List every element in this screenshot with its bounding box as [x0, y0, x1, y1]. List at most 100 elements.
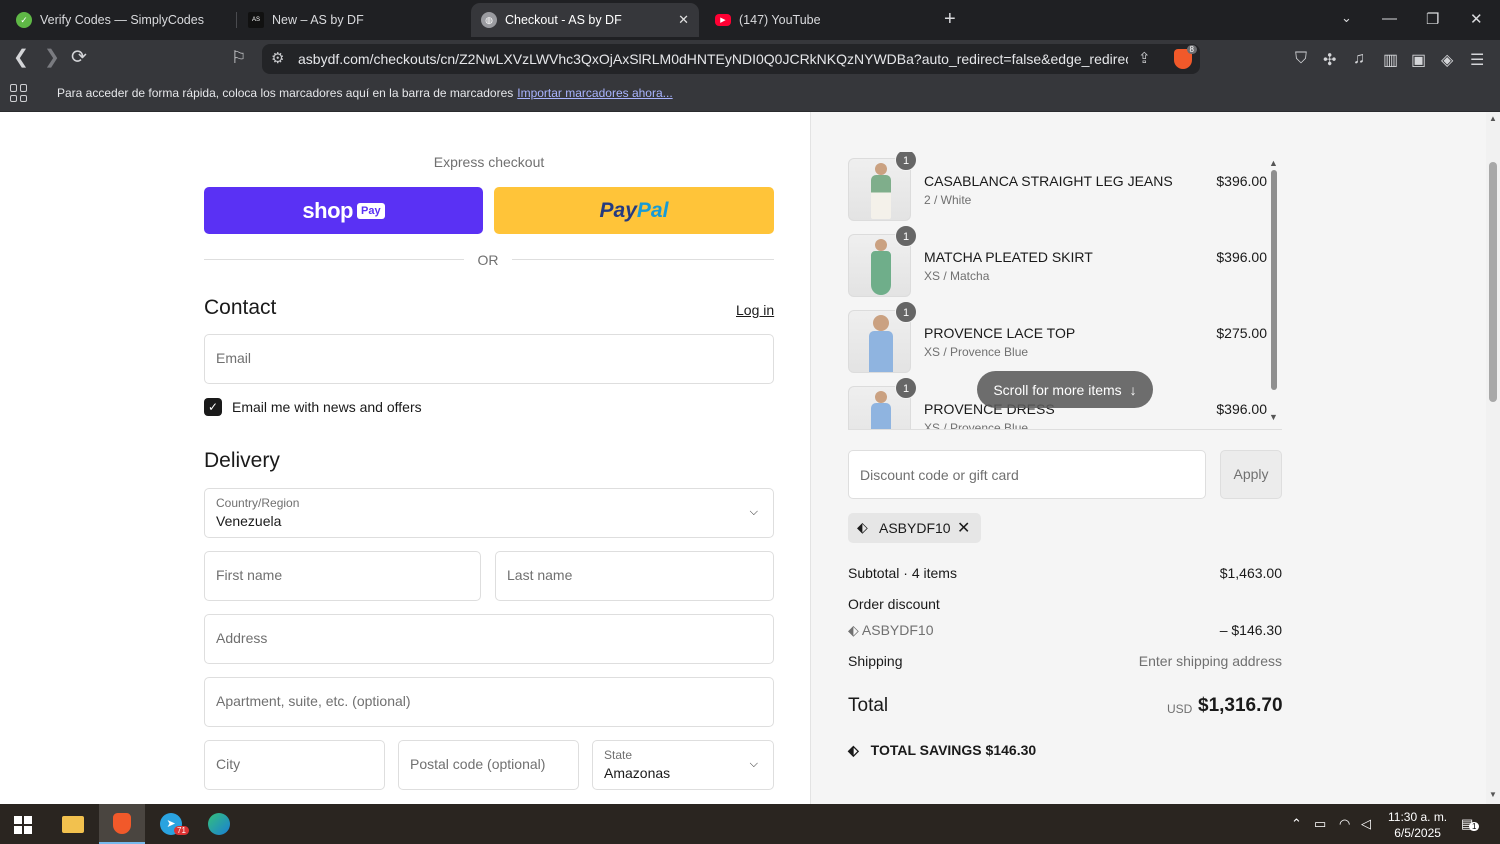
- tab-title: Verify Codes — SimplyCodes: [40, 13, 204, 27]
- address-bar[interactable]: ⚙ asbydf.com/checkouts/cn/Z2NwLXVzLWVhc3…: [262, 44, 1200, 74]
- scrollbar-thumb[interactable]: [1489, 162, 1497, 402]
- subtotal-value: $1,463.00: [1219, 565, 1282, 581]
- shipping-value: Enter shipping address: [1138, 653, 1282, 669]
- or-divider-text: OR: [477, 252, 499, 268]
- apply-discount-button[interactable]: Apply: [1220, 450, 1282, 499]
- menu-icon[interactable]: ☰: [1470, 50, 1484, 70]
- share-icon[interactable]: ⇪: [1138, 49, 1151, 67]
- apartment-placeholder: Apartment, suite, etc. (optional): [216, 693, 411, 709]
- country-value: Venezuela: [216, 513, 282, 529]
- news-offers-label[interactable]: Email me with news and offers: [232, 399, 422, 415]
- wallet-icon[interactable]: ▣: [1411, 50, 1426, 70]
- windows-start-icon[interactable]: [14, 816, 32, 834]
- discount-code-row: ⬖ ASBYDF10 – $146.30: [848, 622, 1282, 639]
- applied-code-chip: ⬖ ASBYDF10 ✕: [848, 513, 981, 543]
- shipping-label: Shipping: [848, 653, 903, 669]
- brave-vpn-icon[interactable]: ◈: [1441, 50, 1453, 70]
- subtotal-label: Subtotal · 4 items: [848, 565, 957, 581]
- apartment-field[interactable]: Apartment, suite, etc. (optional): [204, 677, 774, 727]
- delivery-heading: Delivery: [204, 449, 280, 472]
- extensions-icon[interactable]: ✣: [1323, 50, 1336, 70]
- discount-placeholder: Discount code or gift card: [860, 467, 1019, 483]
- close-window-button[interactable]: ✕: [1470, 10, 1483, 28]
- restore-button[interactable]: ❐: [1426, 10, 1439, 28]
- brave-shields-icon[interactable]: 8: [1174, 45, 1197, 69]
- sidebar-icon[interactable]: ▥: [1383, 50, 1398, 70]
- reload-icon[interactable]: ⟳: [71, 48, 87, 68]
- browser-tab-bar: ✓ Verify Codes — SimplyCodes AS New – AS…: [0, 0, 1500, 40]
- volume-icon[interactable]: ◁: [1361, 816, 1371, 832]
- discount-code-input[interactable]: Discount code or gift card: [848, 450, 1206, 499]
- vpn-shield-icon[interactable]: ⛉: [1295, 50, 1307, 68]
- import-bookmarks-link[interactable]: Importar marcadores ahora...: [517, 86, 672, 100]
- battery-icon[interactable]: ▭: [1314, 816, 1326, 832]
- url-text[interactable]: asbydf.com/checkouts/cn/Z2NwLXVzLWVhc3Qx…: [298, 51, 1128, 67]
- scroll-down-icon[interactable]: ▼: [1269, 412, 1278, 422]
- tab-checkout[interactable]: ◍ Checkout - AS by DF ✕: [471, 3, 699, 37]
- product-name: CASABLANCA STRAIGHT LEG JEANS: [924, 173, 1173, 189]
- windows-taskbar: ➤ 71 ⌃ ▭ ◠ ◁ 11:30 a. m. 6/5/2025 ▤ 1: [0, 804, 1500, 844]
- bookmark-icon[interactable]: ⚐: [231, 48, 246, 68]
- simplycodes-icon: ✓: [16, 12, 32, 28]
- quantity-badge: 1: [895, 377, 917, 399]
- city-field[interactable]: City: [204, 740, 385, 790]
- tab-separator: [236, 12, 237, 28]
- page-scrollbar[interactable]: ▲ ▼: [1486, 112, 1500, 804]
- forward-arrow-icon[interactable]: ❯: [44, 48, 60, 68]
- state-select[interactable]: State Amazonas ⌵: [592, 740, 774, 790]
- media-icon[interactable]: ♫: [1353, 50, 1365, 68]
- scroll-down-icon[interactable]: ▼: [1489, 790, 1497, 799]
- back-arrow-icon[interactable]: ❮: [13, 48, 29, 68]
- shop-pay-button[interactable]: shop Pay: [204, 187, 483, 234]
- last-name-field[interactable]: Last name: [495, 551, 774, 601]
- arrow-down-icon: ↓: [1129, 381, 1137, 398]
- bookmarks-bar: Para acceder de forma rápida, coloca los…: [0, 78, 1500, 112]
- minimize-button[interactable]: —: [1382, 10, 1397, 27]
- tab-search-chevron-icon[interactable]: ⌄: [1341, 10, 1352, 26]
- brave-browser-icon[interactable]: [99, 804, 145, 844]
- state-value: Amazonas: [604, 765, 671, 781]
- telegram-icon[interactable]: ➤ 71: [148, 804, 194, 844]
- edge-browser-icon[interactable]: [196, 804, 242, 844]
- email-field[interactable]: Email: [204, 334, 774, 384]
- total-label: Total: [848, 695, 889, 716]
- tag-icon: ⬖: [857, 519, 868, 535]
- postal-code-placeholder: Postal code (optional): [410, 756, 546, 772]
- address-field[interactable]: Address: [204, 614, 774, 664]
- system-clock[interactable]: 11:30 a. m. 6/5/2025: [1388, 809, 1447, 841]
- quantity-badge: 1: [895, 152, 917, 171]
- email-placeholder: Email: [216, 350, 252, 366]
- file-explorer-icon[interactable]: [50, 804, 96, 844]
- express-checkout-title: Express checkout: [433, 154, 545, 170]
- show-hidden-icons[interactable]: ⌃: [1291, 816, 1302, 832]
- site-settings-icon[interactable]: ⚙: [271, 49, 284, 67]
- browser-toolbar: ❮ ❯ ⟳ ⚐ ⚙ asbydf.com/checkouts/cn/Z2NwLX…: [0, 40, 1500, 78]
- items-scrollbar[interactable]: ▲ ▼: [1269, 158, 1279, 424]
- country-label: Country/Region: [216, 496, 300, 510]
- postal-code-field[interactable]: Postal code (optional): [398, 740, 579, 790]
- scrollbar-thumb[interactable]: [1271, 170, 1277, 390]
- tab-simplycodes[interactable]: ✓ Verify Codes — SimplyCodes: [6, 3, 236, 37]
- close-tab-icon[interactable]: ✕: [678, 12, 689, 28]
- first-name-field[interactable]: First name: [204, 551, 481, 601]
- apps-grid-icon[interactable]: [10, 84, 28, 102]
- contact-heading: Contact: [204, 296, 277, 319]
- news-offers-checkbox[interactable]: ✓: [204, 398, 222, 416]
- total-savings: ⬖ TOTAL SAVINGS $146.30: [848, 742, 1036, 759]
- savings-tag-icon: ⬖: [848, 742, 859, 758]
- tab-youtube[interactable]: ▶ (147) YouTube: [705, 3, 935, 37]
- scroll-up-icon[interactable]: ▲: [1489, 114, 1497, 123]
- tab-asbydf-new[interactable]: AS New – AS by DF: [238, 3, 468, 37]
- list-item: 1 PROVENCE LACE TOP XS / Provence Blue $…: [848, 301, 1268, 373]
- last-name-placeholder: Last name: [507, 567, 573, 583]
- scroll-more-items-button[interactable]: Scroll for more items ↓: [977, 371, 1153, 408]
- paypal-button[interactable]: Pay Pal: [494, 187, 774, 234]
- state-label: State: [604, 748, 633, 762]
- wifi-icon[interactable]: ◠: [1339, 816, 1350, 832]
- new-tab-button[interactable]: +: [944, 9, 956, 29]
- remove-code-icon[interactable]: ✕: [957, 518, 970, 538]
- country-select[interactable]: Country/Region Venezuela ⌵: [204, 488, 774, 538]
- scroll-up-icon[interactable]: ▲: [1269, 158, 1278, 168]
- notifications-icon[interactable]: ▤ 1: [1461, 816, 1480, 832]
- login-link[interactable]: Log in: [736, 302, 774, 318]
